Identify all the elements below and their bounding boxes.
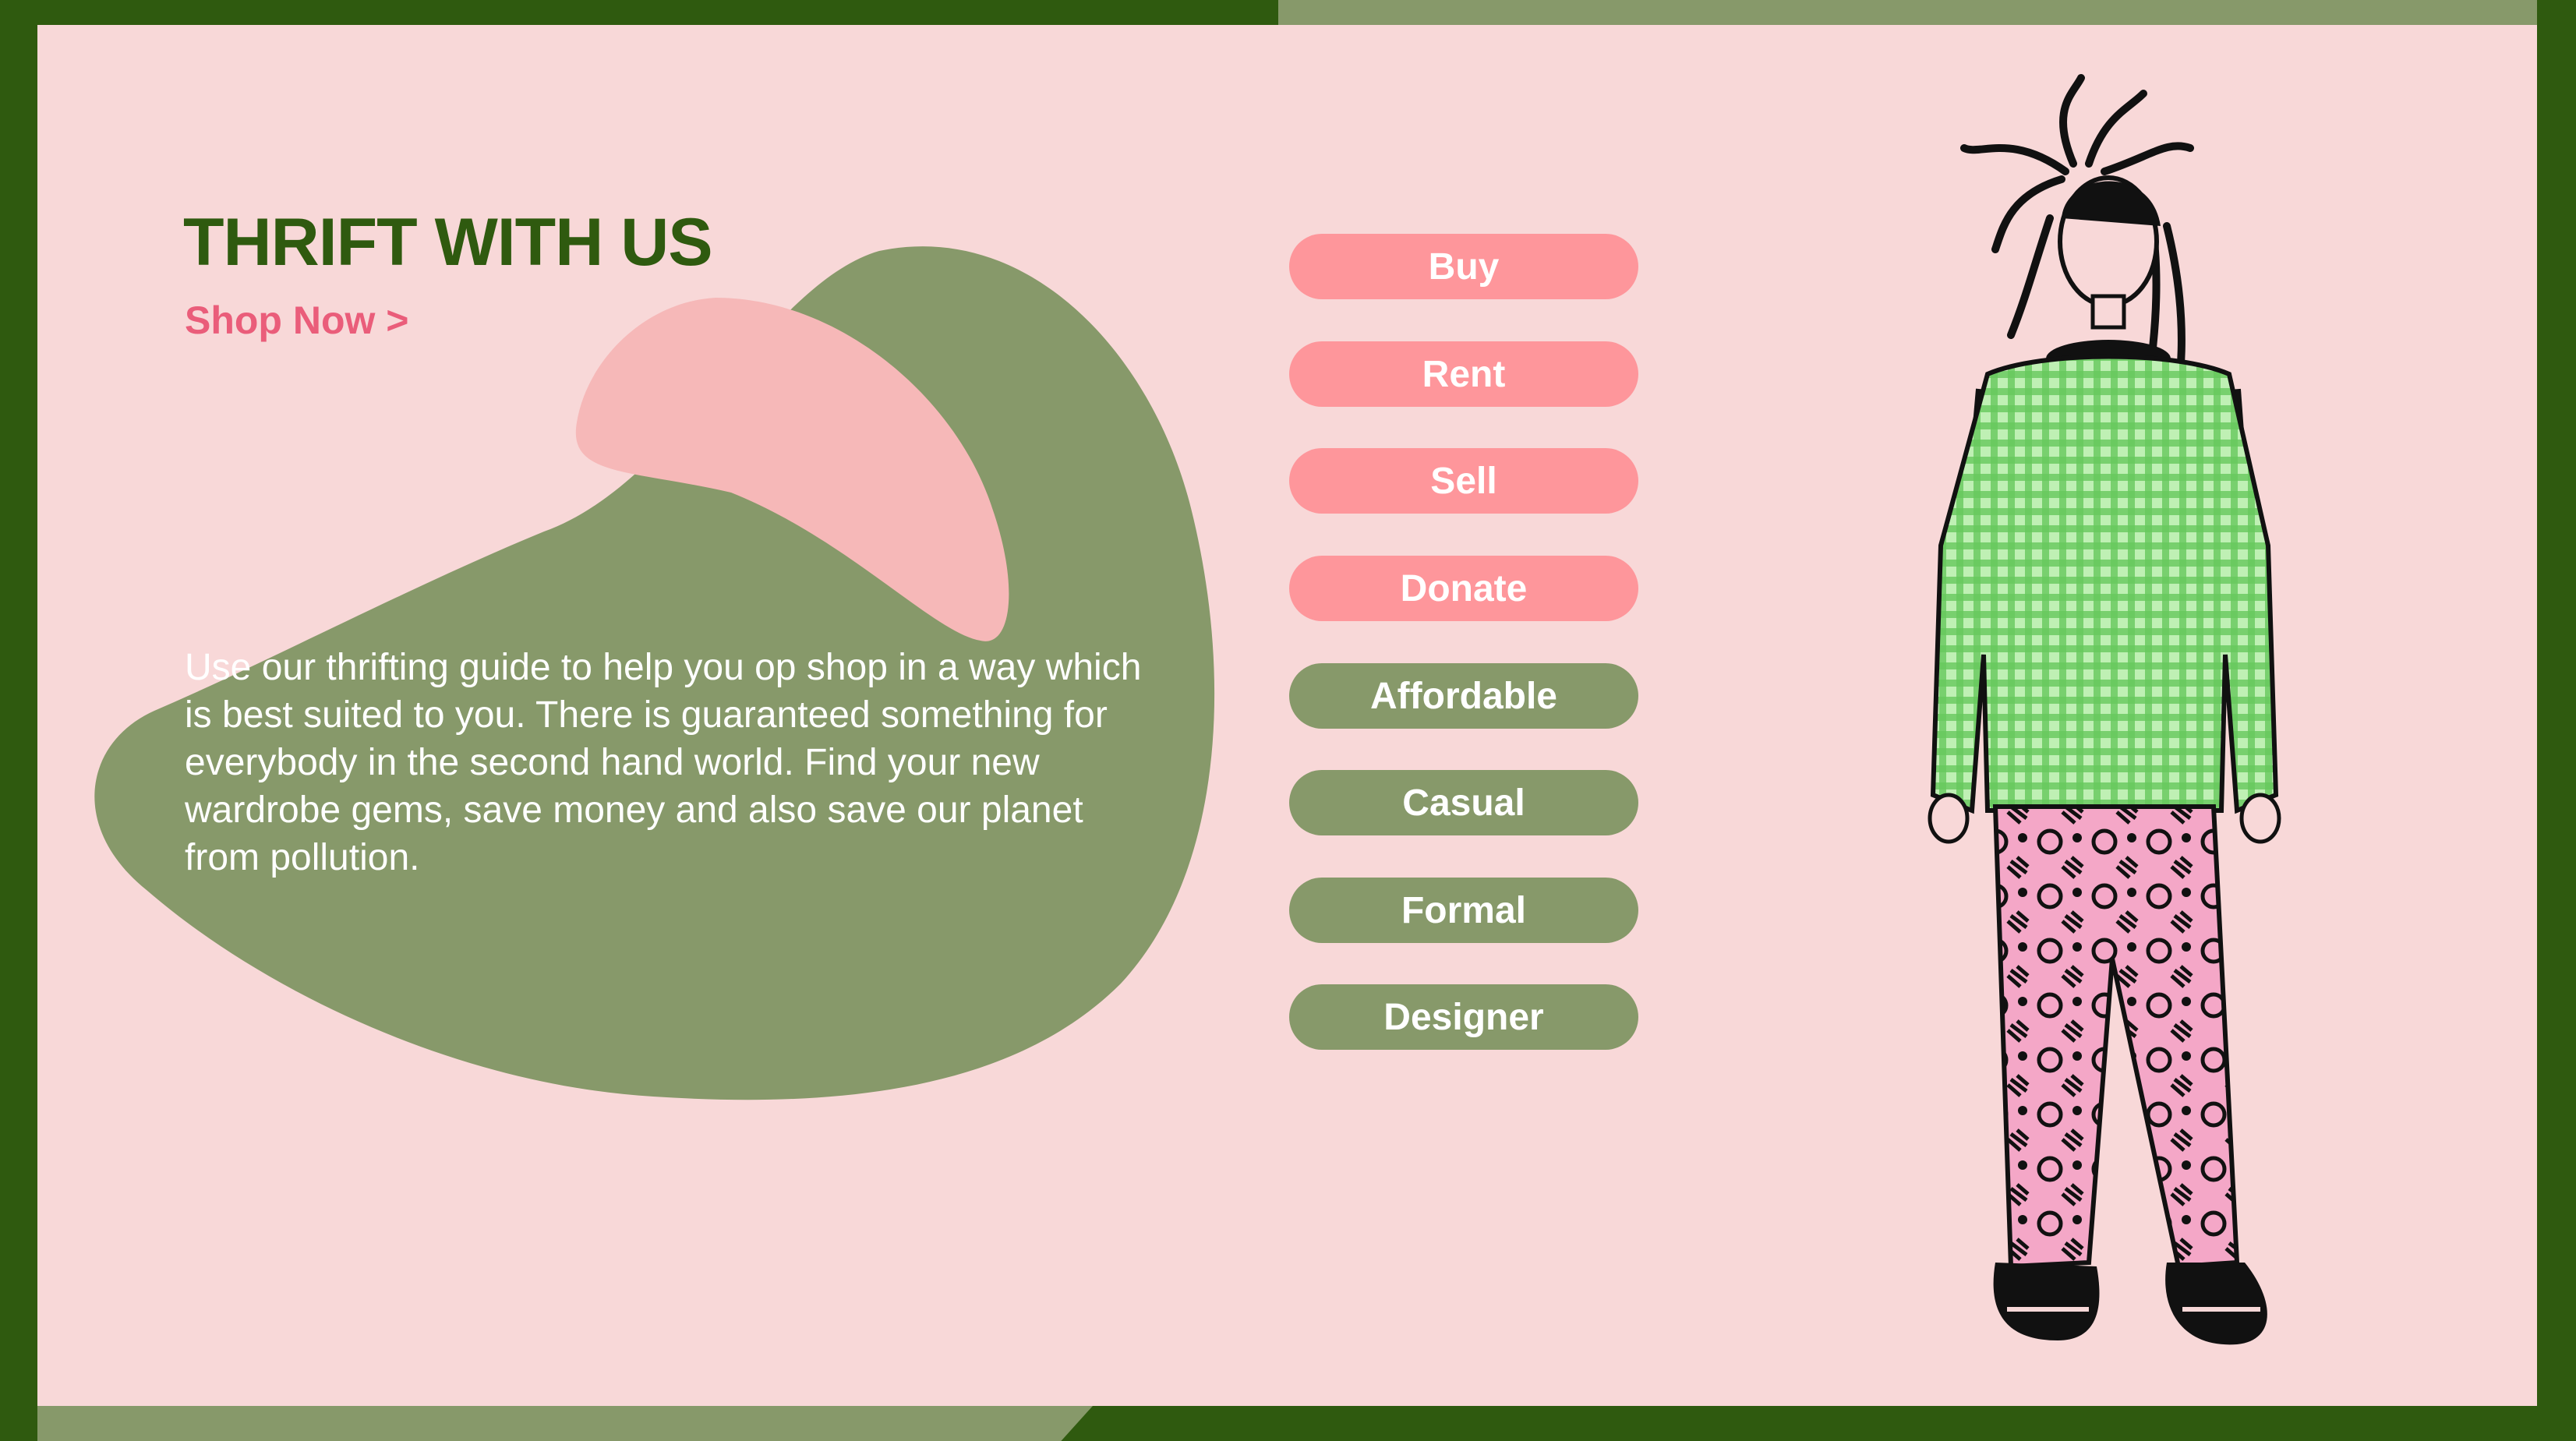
sell-button[interactable]: Sell bbox=[1289, 448, 1638, 514]
formal-button[interactable]: Formal bbox=[1289, 878, 1638, 943]
rent-button[interactable]: Rent bbox=[1289, 341, 1638, 407]
shop-now-link[interactable]: Shop Now > bbox=[185, 298, 409, 343]
donate-button[interactable]: Donate bbox=[1289, 556, 1638, 621]
frame-bottom-accent bbox=[37, 1406, 1093, 1441]
buy-button[interactable]: Buy bbox=[1289, 234, 1638, 299]
frame-top-accent bbox=[1278, 0, 2537, 25]
designer-button[interactable]: Designer bbox=[1289, 984, 1638, 1050]
affordable-button[interactable]: Affordable bbox=[1289, 663, 1638, 729]
thrift-shopper-illustration-icon bbox=[1928, 74, 2281, 1345]
page-title: THRIFT WITH US bbox=[183, 205, 713, 280]
intro-paragraph: Use our thrifting guide to help you op s… bbox=[185, 647, 1142, 878]
casual-button[interactable]: Casual bbox=[1289, 770, 1638, 835]
